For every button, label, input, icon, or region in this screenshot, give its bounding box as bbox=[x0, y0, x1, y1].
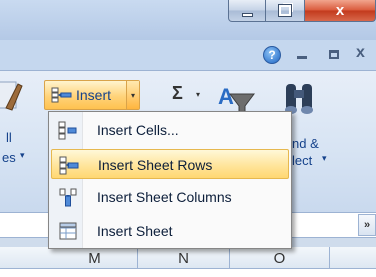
help-icon[interactable]: ? bbox=[263, 46, 281, 64]
find-select-dropdown-arrow[interactable]: ▾ bbox=[322, 153, 327, 164]
maximize-icon bbox=[278, 4, 292, 17]
menu-item-label: Insert Cells... bbox=[97, 122, 179, 138]
close-icon: x bbox=[335, 2, 345, 19]
autosum-dropdown-arrow[interactable]: ▾ bbox=[196, 90, 200, 99]
insert-dropdown-arrow[interactable]: ▾ bbox=[126, 81, 139, 109]
menu-item-insert-sheet[interactable]: Insert Sheet bbox=[51, 216, 289, 246]
menu-item-label: Insert Sheet bbox=[97, 223, 173, 239]
ribbon-minimize-icon[interactable] bbox=[297, 56, 307, 59]
insert-button-label: Insert bbox=[76, 87, 112, 103]
left-group-dropdown-arrow[interactable]: ▾ bbox=[20, 150, 25, 161]
menu-item-label: Insert Sheet Columns bbox=[97, 189, 232, 205]
insert-rows-icon bbox=[59, 156, 79, 175]
window-maximize-button[interactable] bbox=[265, 0, 305, 22]
insert-rows-icon bbox=[51, 87, 72, 103]
column-header-o[interactable]: O bbox=[230, 247, 330, 269]
menu-item-insert-sheet-columns[interactable]: Insert Sheet Columns bbox=[51, 182, 289, 212]
left-group-label-2: es bbox=[2, 150, 16, 165]
chevron-down-icon: ▾ bbox=[130, 90, 135, 100]
menu-item-insert-sheet-rows[interactable]: Insert Sheet Rows bbox=[51, 149, 289, 179]
double-chevron-icon: » bbox=[363, 219, 371, 231]
left-group-label-1: ll bbox=[6, 130, 12, 145]
insert-split-button[interactable]: Insert ▾ bbox=[44, 80, 140, 110]
minimize-icon bbox=[241, 12, 253, 17]
insert-cells-icon bbox=[58, 121, 77, 140]
workbook-close-icon[interactable]: x bbox=[356, 44, 365, 62]
cell-grid[interactable] bbox=[0, 269, 376, 277]
insert-sheet-icon bbox=[59, 222, 77, 240]
paintbrush-icon[interactable] bbox=[0, 78, 24, 118]
menu-item-insert-cells[interactable]: Insert Cells... bbox=[51, 115, 289, 145]
column-header-n[interactable]: N bbox=[138, 247, 230, 269]
window-close-button[interactable]: x bbox=[304, 0, 376, 22]
window-minimize-button[interactable] bbox=[228, 0, 266, 22]
ribbon-restore-icon[interactable] bbox=[329, 50, 339, 59]
find-select-label-1: nd & bbox=[292, 136, 319, 151]
insert-columns-icon bbox=[59, 188, 77, 207]
insert-dropdown-menu: Insert Cells... Insert Sheet Rows Insert… bbox=[48, 111, 292, 249]
find-select-label-2: lect bbox=[292, 153, 313, 168]
formula-bar-expand-button[interactable]: » bbox=[358, 214, 376, 236]
autosum-icon[interactable]: Σ bbox=[172, 83, 183, 104]
column-header-m[interactable]: M bbox=[52, 247, 138, 269]
menu-item-label: Insert Sheet Rows bbox=[98, 157, 213, 173]
ribbon-tab-row bbox=[0, 40, 376, 70]
